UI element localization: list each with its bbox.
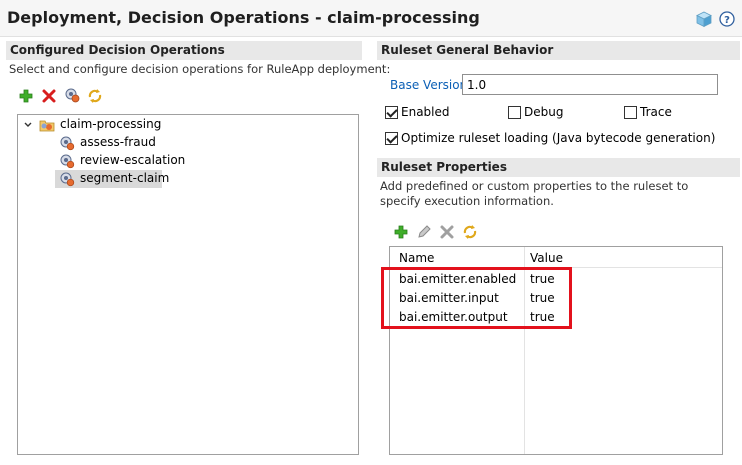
base-version-input[interactable]	[462, 74, 718, 95]
column-header-name[interactable]: Name	[399, 251, 434, 265]
debug-checkbox[interactable]	[508, 106, 521, 119]
delete-icon[interactable]	[439, 224, 455, 240]
trace-checkbox[interactable]	[624, 106, 637, 119]
tree-item-claim-processing[interactable]: claim-processing	[18, 116, 358, 134]
ruleset-properties-description: Add predefined or custom properties to t…	[380, 179, 689, 208]
optimize-label[interactable]: Optimize ruleset loading (Java bytecode …	[401, 131, 715, 145]
enabled-label[interactable]: Enabled	[401, 105, 450, 119]
add-icon[interactable]	[18, 88, 34, 104]
tree-item-label: segment-claim	[80, 171, 170, 185]
decision-operation-icon	[59, 171, 75, 187]
ruleapp-folder-icon	[39, 117, 55, 133]
delete-icon[interactable]	[41, 88, 57, 104]
column-header-value[interactable]: Value	[530, 251, 563, 265]
help-icon[interactable]: ?	[718, 10, 736, 28]
base-version-label[interactable]: Base Version:	[390, 78, 471, 92]
decision-operations-tree[interactable]: claim-processing assess-fraud review-esc…	[17, 114, 359, 455]
section-title-general-behavior: Ruleset General Behavior	[377, 41, 740, 60]
decision-operation-icon	[59, 153, 75, 169]
tree-item-label: claim-processing	[60, 117, 162, 131]
section-title-decision-operations: Configured Decision Operations	[6, 41, 362, 60]
debug-label[interactable]: Debug	[524, 105, 563, 119]
decision-operations-description: Select and configure decision operations…	[9, 62, 391, 76]
enabled-checkbox[interactable]	[385, 106, 398, 119]
edit-icon[interactable]	[416, 224, 432, 240]
trace-label[interactable]: Trace	[640, 105, 672, 119]
tree-item-label: assess-fraud	[80, 135, 156, 149]
section-title-ruleset-properties: Ruleset Properties	[377, 158, 740, 177]
add-icon[interactable]	[393, 224, 409, 240]
chevron-down-icon[interactable]	[23, 119, 33, 133]
configure-icon[interactable]	[64, 87, 80, 103]
svg-text:?: ?	[724, 15, 730, 26]
tree-item-segment-claim[interactable]: segment-claim	[18, 170, 358, 188]
cube-icon[interactable]	[695, 10, 713, 28]
refresh-icon[interactable]	[462, 224, 478, 240]
optimize-checkbox[interactable]	[385, 132, 398, 145]
tree-item-label: review-escalation	[80, 153, 186, 167]
editor-header: Deployment, Decision Operations - claim-…	[0, 0, 742, 37]
page-title: Deployment, Decision Operations - claim-…	[7, 8, 480, 27]
decision-operation-icon	[59, 135, 75, 151]
tree-item-assess-fraud[interactable]: assess-fraud	[18, 134, 358, 152]
tree-item-review-escalation[interactable]: review-escalation	[18, 152, 358, 170]
annotation-highlight-box	[381, 267, 572, 329]
refresh-icon[interactable]	[87, 88, 103, 104]
